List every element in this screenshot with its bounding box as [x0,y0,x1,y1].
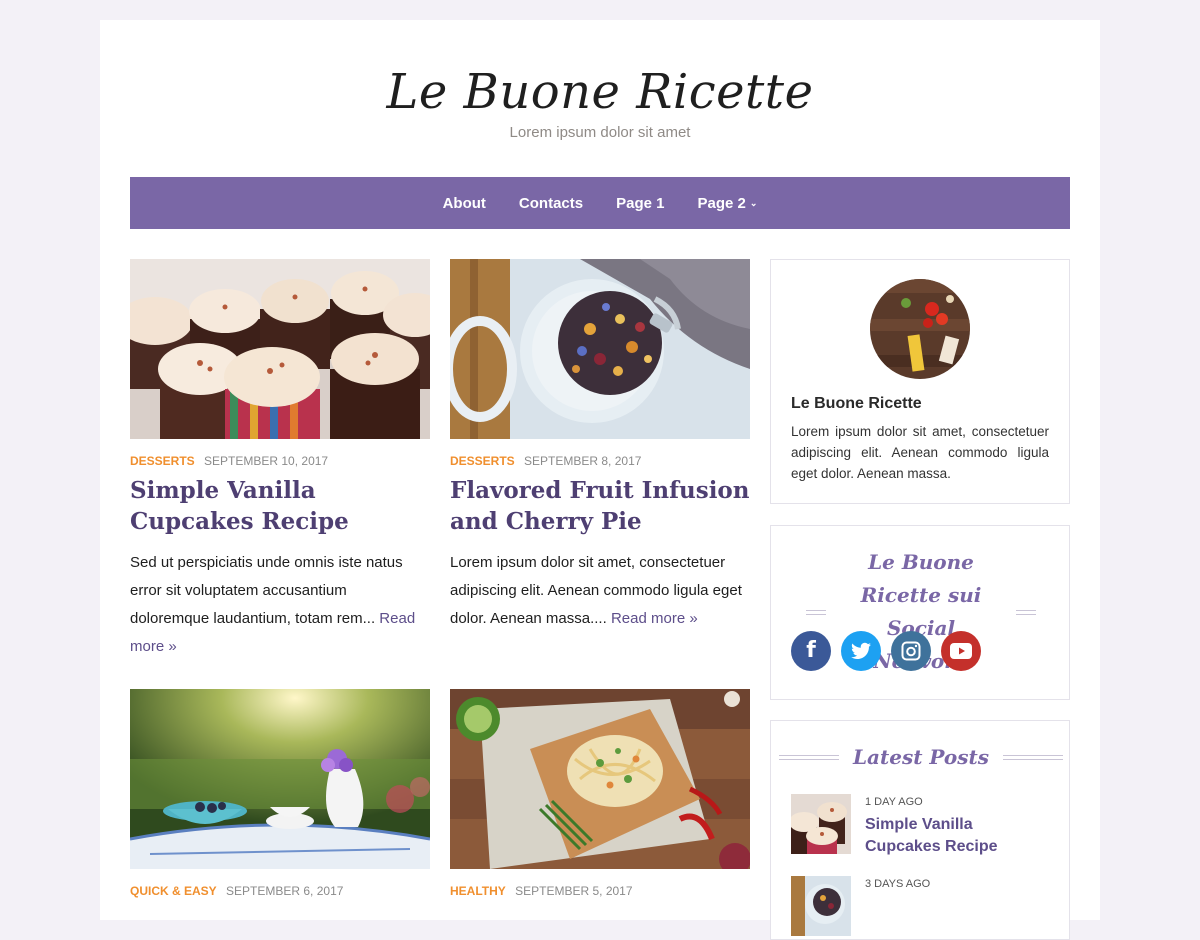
chevron-down-icon: ⌄ [749,197,758,208]
widget-header: Latest Posts [771,741,1071,774]
widget-title: Latest Posts [852,745,990,769]
post-date: SEPTEMBER 6, 2017 [226,884,344,898]
latest-post-date: 3 DAYS AGO [865,878,931,890]
post-category[interactable]: DESSERTS [130,454,195,468]
divider [1016,609,1036,615]
page-container: Le Buone Ricette Lorem ipsum dolor sit a… [100,20,1100,940]
post-date: SEPTEMBER 5, 2017 [515,884,633,898]
nav-item-label: About [442,194,486,212]
about-widget: Le Buone Ricette Lorem ipsum dolor sit a… [770,259,1070,504]
latest-post-thumbnail[interactable] [791,876,851,936]
latest-post-date: 1 DAY AGO [865,796,923,808]
youtube-icon [950,643,972,659]
facebook-link[interactable]: f [791,631,831,671]
about-name: Le Buone Ricette [791,395,922,412]
instagram-icon [901,641,921,661]
avatar [870,279,970,379]
post-thumbnail[interactable] [130,689,430,869]
nav-item-label: Contacts [518,194,584,212]
nav-item-page-2[interactable]: Page 2 ⌄ [697,195,757,212]
latest-post-thumbnail[interactable] [791,794,851,854]
nav-item-about[interactable]: About [443,195,486,212]
post-excerpt: Lorem ipsum dolor sit amet, consectetuer… [450,549,750,633]
post-thumbnail[interactable] [450,259,750,439]
divider [806,609,826,615]
site-title[interactable]: Le Buone Ricette [100,64,1100,120]
post-meta: DESSERTS SEPTEMBER 10, 2017 [130,454,430,468]
social-widget: Le Buone Ricette sui Social Network f [770,525,1070,700]
post-meta: QUICK & EASY SEPTEMBER 6, 2017 [130,884,430,898]
divider [778,755,839,760]
divider [1003,755,1064,760]
post-card: DESSERTS SEPTEMBER 10, 2017 Simple Vanil… [130,259,430,679]
nav-item-page-1[interactable]: Page 1 [616,195,664,212]
post-thumbnail[interactable] [130,259,430,439]
twitter-icon [851,642,871,659]
post-date: SEPTEMBER 10, 2017 [204,454,329,468]
post-meta: HEALTHY SEPTEMBER 5, 2017 [450,884,750,898]
post-excerpt-text: Lorem ipsum dolor sit amet, consectetuer… [450,554,742,627]
latest-post-title[interactable]: Simple Vanilla Cupcakes Recipe [865,814,1051,858]
post-category[interactable]: DESSERTS [450,454,515,468]
post-excerpt-text: Sed ut perspiciatis unde omnis iste natu… [130,554,403,627]
twitter-link[interactable] [841,631,881,671]
latest-post-item[interactable]: 3 DAYS AGO [791,876,1051,938]
facebook-icon: f [806,638,816,663]
post-card: HEALTHY SEPTEMBER 5, 2017 [450,689,750,920]
nav-item-label: Page 2 [697,194,746,212]
post-title[interactable]: Flavored Fruit Infusion and Cherry Pie [450,475,750,537]
youtube-link[interactable] [941,631,981,671]
post-thumbnail[interactable] [450,689,750,869]
nav-item-contacts[interactable]: Contacts [519,195,583,212]
post-title[interactable]: Simple Vanilla Cupcakes Recipe [130,475,430,537]
post-card: QUICK & EASY SEPTEMBER 6, 2017 [130,689,430,920]
post-date: SEPTEMBER 8, 2017 [524,454,642,468]
latest-post-item[interactable]: 1 DAY AGO Simple Vanilla Cupcakes Recipe [791,794,1051,856]
about-text: Lorem ipsum dolor sit amet, consectetuer… [791,424,1049,481]
post-category[interactable]: HEALTHY [450,884,506,898]
read-more-link[interactable]: Read more » [611,610,698,627]
instagram-link[interactable] [891,631,931,671]
site-tagline: Lorem ipsum dolor sit amet [509,124,691,141]
nav-item-label: Page 1 [616,194,665,212]
post-category[interactable]: QUICK & EASY [130,884,217,898]
main-navigation: About Contacts Page 1 Page 2 ⌄ [130,177,1070,229]
social-links: f [791,631,981,671]
latest-posts-widget: Latest Posts 1 DAY AGO Simple Vanilla Cu [770,720,1070,940]
post-meta: DESSERTS SEPTEMBER 8, 2017 [450,454,750,468]
post-card: DESSERTS SEPTEMBER 8, 2017 Flavored Frui… [450,259,750,679]
post-excerpt: Sed ut perspiciatis unde omnis iste natu… [130,549,430,661]
